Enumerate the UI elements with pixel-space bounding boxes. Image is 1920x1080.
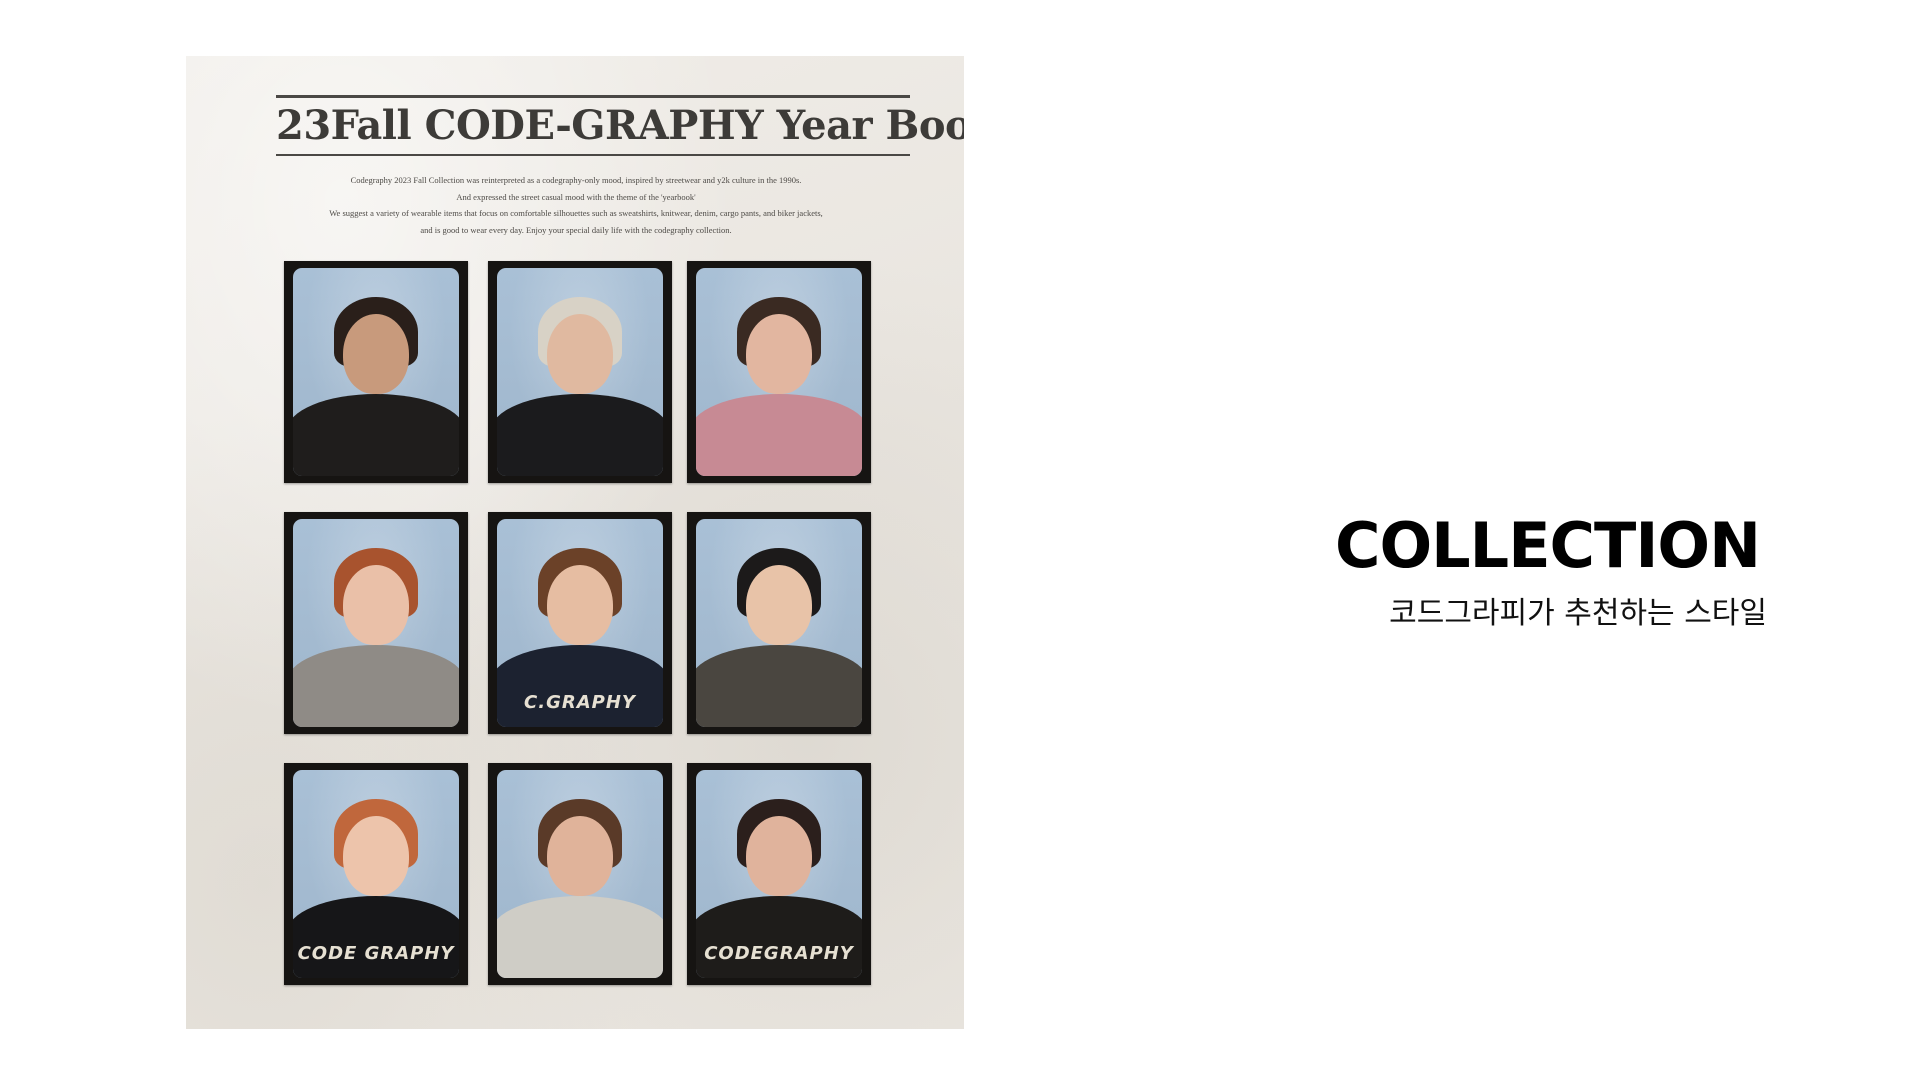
photo-image [293, 268, 459, 476]
collection-subtitle: 코드그라피가 추천하는 스타일 [1389, 596, 1767, 631]
poster-description: Codegraphy 2023 Fall Collection was rein… [246, 172, 906, 238]
photo-image [293, 519, 459, 727]
yearbook-photo-boy-glasses-cap[interactable] [687, 512, 871, 734]
photo-garment [696, 896, 862, 978]
photo-garment [293, 394, 459, 476]
photo-face [746, 815, 812, 896]
poster-title: 23Fall CODE-GRAPHY Year Book [276, 102, 964, 149]
yearbook-photo-girl-selfie-phone[interactable] [284, 261, 468, 483]
photo-image [497, 268, 663, 476]
description-line: Codegraphy 2023 Fall Collection was rein… [350, 175, 802, 185]
photo-face [343, 564, 409, 645]
photo-face [547, 564, 613, 645]
yearbook-photo-boy-hands-behind-head[interactable] [488, 763, 672, 985]
garment-print: CODE GRAPHY [297, 943, 455, 964]
photo-face [343, 313, 409, 394]
description-line: and is good to wear every day. Enjoy you… [420, 224, 732, 235]
photo-garment [293, 896, 459, 978]
photo-image: CODE GRAPHY [293, 770, 459, 978]
photo-face [343, 815, 409, 896]
title-rule-bottom [276, 154, 910, 156]
photo-image [696, 268, 862, 476]
photo-face [547, 815, 613, 896]
photo-garment [497, 394, 663, 476]
photo-garment [696, 645, 862, 727]
yearbook-photo-girl-shush-gesture[interactable] [687, 261, 871, 483]
collection-title: COLLECTION [1334, 509, 1761, 582]
photo-garment [497, 896, 663, 978]
photo-garment [497, 645, 663, 727]
yearbook-photo-redhead-girl-headband[interactable] [284, 512, 468, 734]
photo-image: CODEGRAPHY [696, 770, 862, 978]
photo-face [547, 313, 613, 394]
photo-image: C.GRAPHY [497, 519, 663, 727]
page: 23Fall CODE-GRAPHY Year Book Codegraphy … [0, 0, 1920, 1080]
yearbook-photo-boy-puffed-cheeks[interactable]: C.GRAPHY [488, 512, 672, 734]
photo-face [746, 313, 812, 394]
garment-print: C.GRAPHY [524, 692, 636, 713]
photo-face [746, 564, 812, 645]
yearbook-poster: 23Fall CODE-GRAPHY Year Book Codegraphy … [186, 56, 964, 1029]
yearbook-photo-boy-cap-peace-sign[interactable] [488, 261, 672, 483]
yearbook-photo-redhead-girl-horns[interactable]: CODE GRAPHY [284, 763, 468, 985]
description-line: And expressed the street casual mood wit… [456, 191, 696, 202]
photo-image [497, 770, 663, 978]
garment-print: CODEGRAPHY [704, 943, 854, 964]
photo-garment [293, 645, 459, 727]
yearbook-photo-girl-sweater-logo[interactable]: CODEGRAPHY [687, 763, 871, 985]
photo-image [696, 519, 862, 727]
description-line: We suggest a variety of wearable items t… [329, 208, 823, 218]
title-rule-top [276, 95, 910, 98]
photo-garment [696, 394, 862, 476]
